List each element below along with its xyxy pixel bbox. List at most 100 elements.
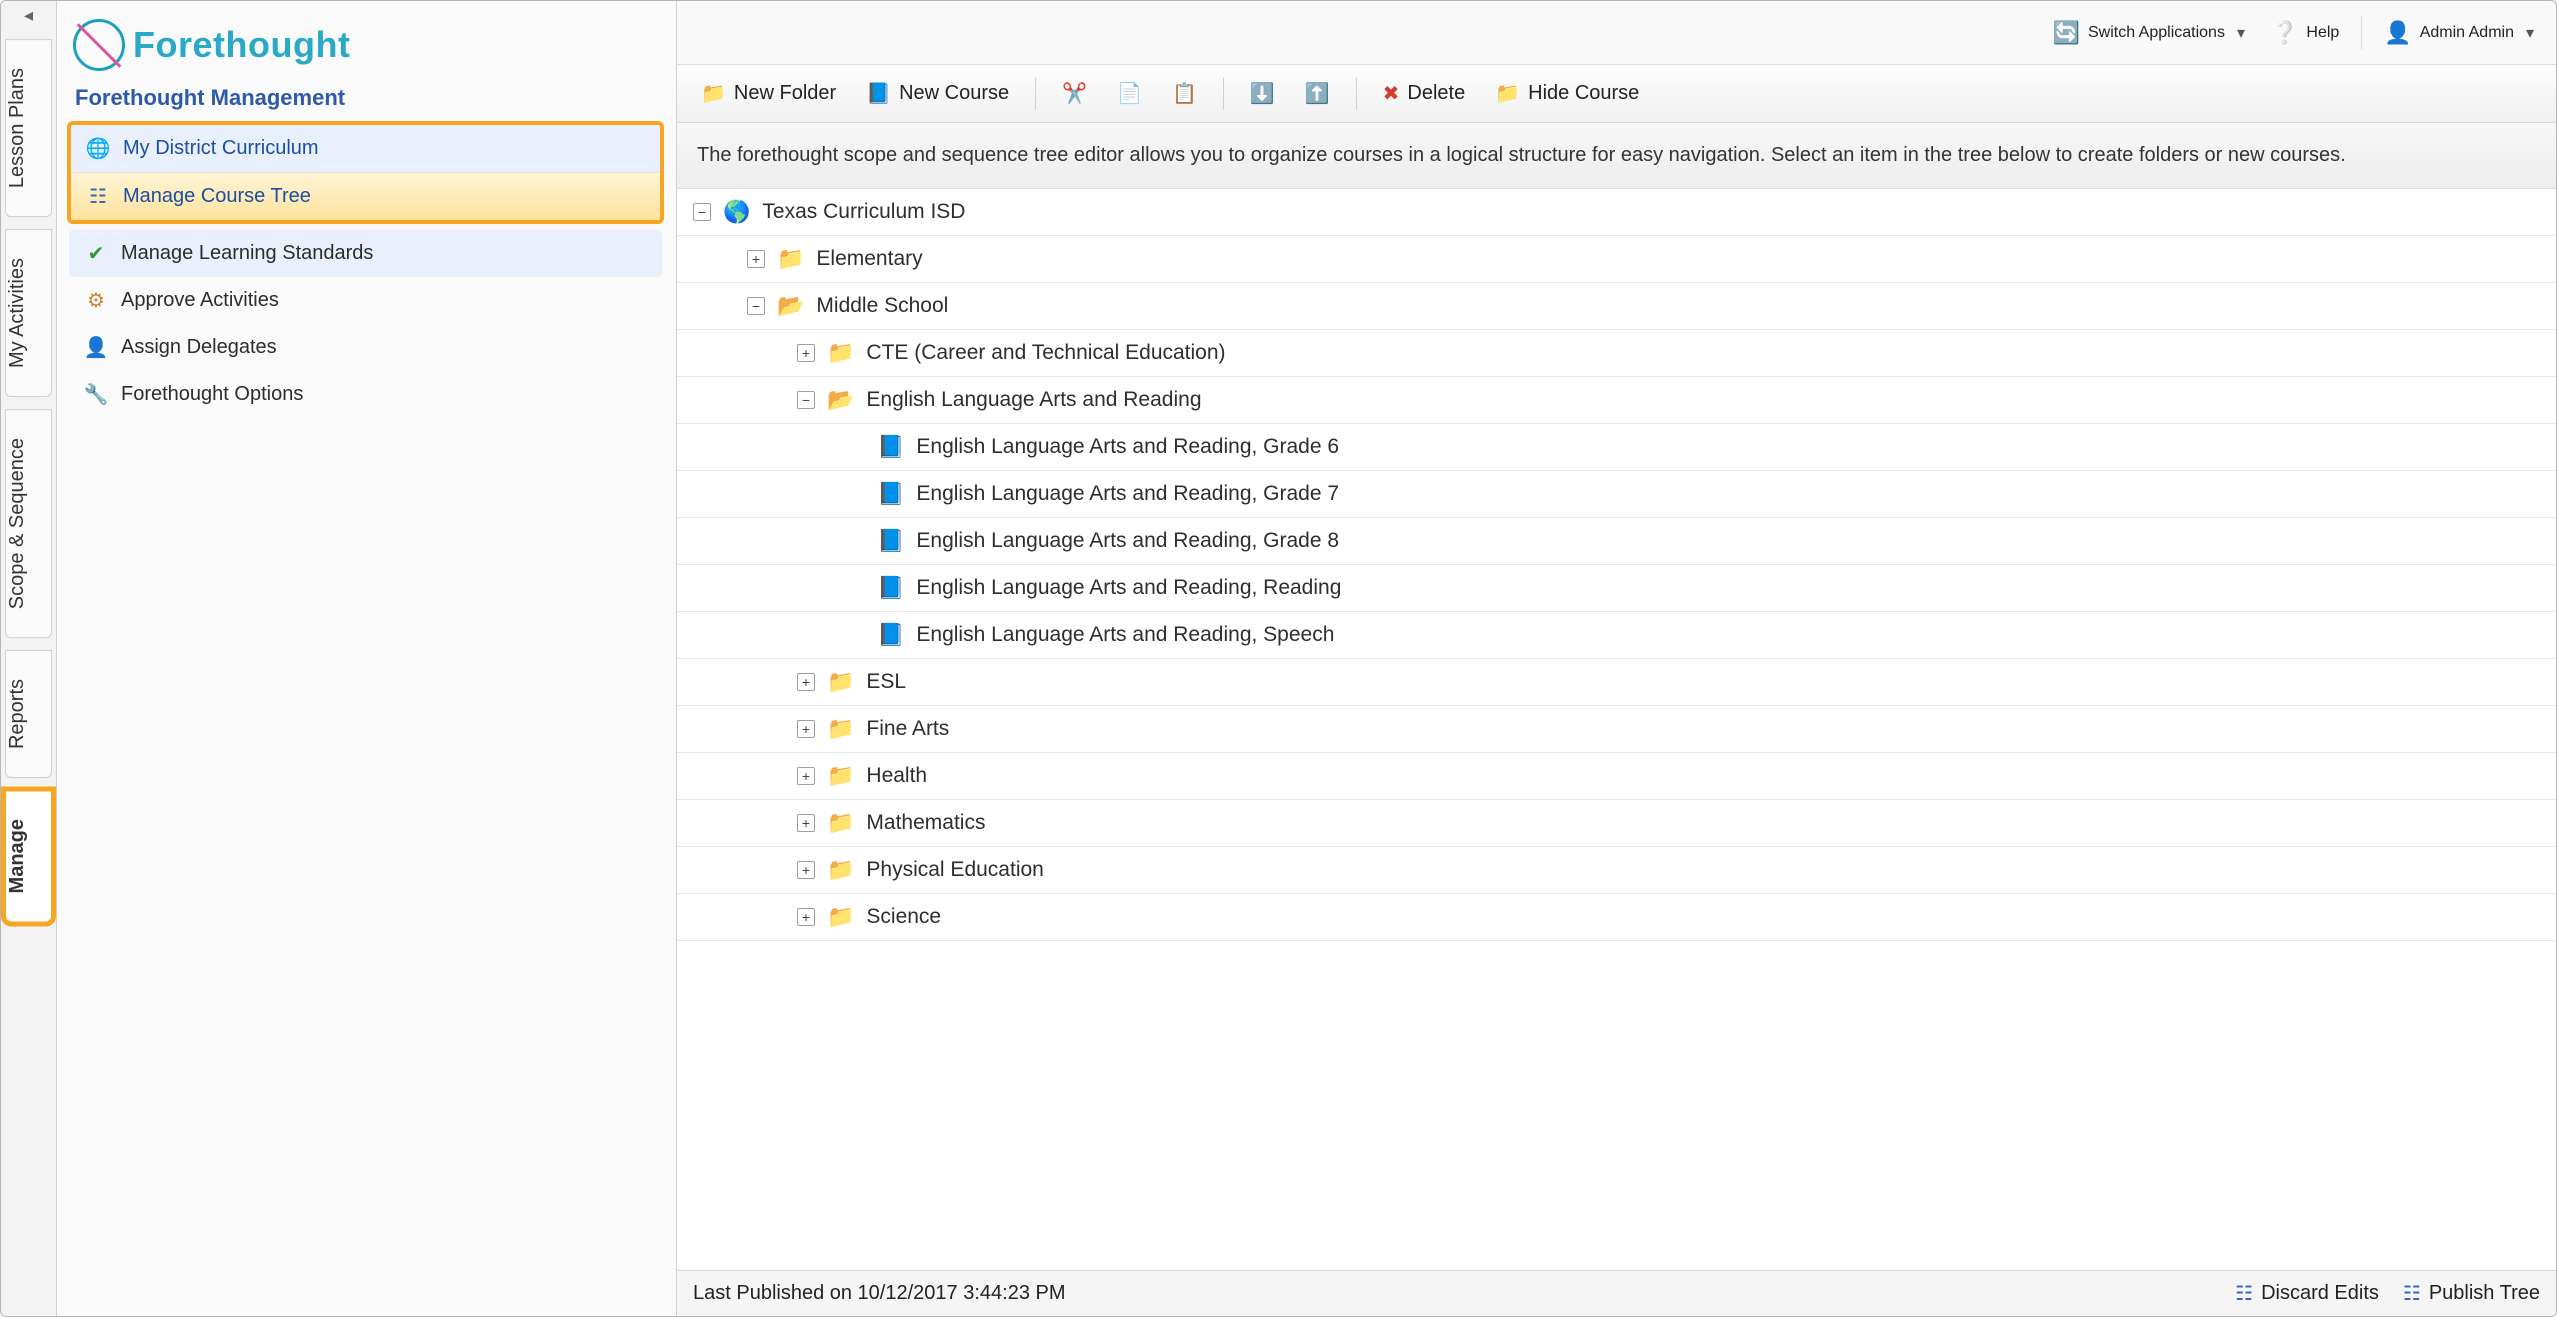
tree-folder-fine-arts[interactable]: 📁 Fine Arts [677, 706, 2556, 753]
new-course-button[interactable]: 📘 New Course [856, 75, 1019, 112]
tree-label: Elementary [816, 247, 922, 271]
arrow-down-icon: ⬇️ [1250, 81, 1275, 106]
help-button[interactable]: ❔ Help [2263, 14, 2347, 52]
tree-label: Science [866, 905, 941, 929]
expand-icon[interactable] [797, 344, 815, 362]
hide-course-button[interactable]: 📁 Hide Course [1485, 75, 1649, 112]
chevron-down-icon: ▾ [2526, 23, 2534, 43]
book-icon: 📘 [877, 575, 904, 601]
sidebar-item-assign-delegates[interactable]: 👤 Assign Delegates [69, 324, 662, 371]
tree-course-ela-g6[interactable]: 📘 English Language Arts and Reading, Gra… [677, 424, 2556, 471]
expand-icon[interactable] [797, 908, 815, 926]
tree-folder-cte[interactable]: 📁 CTE (Career and Technical Education) [677, 330, 2556, 377]
folder-plus-icon: 📁 [701, 81, 726, 106]
delete-button[interactable]: ✖ Delete [1373, 75, 1476, 112]
paste-button[interactable]: 📋 [1162, 75, 1207, 112]
vtab-manage[interactable]: Manage [5, 790, 52, 922]
sidebar-item-forethought-options[interactable]: 🔧 Forethought Options [69, 371, 662, 418]
tree-folder-elementary[interactable]: 📁 Elementary [677, 236, 2556, 283]
brand-logo-icon [73, 19, 125, 71]
collapse-icon[interactable] [747, 297, 765, 315]
toolbar-separator [1356, 78, 1357, 110]
expand-icon[interactable] [797, 720, 815, 738]
new-folder-button[interactable]: 📁 New Folder [691, 75, 846, 112]
gear-person-icon: ⚙︎ [83, 288, 109, 313]
tree-label: Physical Education [866, 858, 1043, 882]
btn-label: Hide Course [1528, 82, 1639, 105]
tree-course-ela-g8[interactable]: 📘 English Language Arts and Reading, Gra… [677, 518, 2556, 565]
tree-icon: ☷ [2403, 1281, 2421, 1306]
toolbar-separator [1035, 78, 1036, 110]
tree-icon: ☷ [2235, 1281, 2253, 1306]
vtab-reports[interactable]: Reports [5, 650, 52, 778]
expand-icon[interactable] [797, 814, 815, 832]
expand-icon[interactable] [797, 767, 815, 785]
expand-icon[interactable] [797, 861, 815, 879]
expand-icon[interactable] [747, 250, 765, 268]
app-root: ◂ Lesson Plans My Activities Scope & Seq… [0, 0, 2557, 1317]
tree-folder-health[interactable]: 📁 Health [677, 753, 2556, 800]
book-icon: 📘 [877, 434, 904, 460]
move-up-button[interactable]: ⬆️ [1295, 75, 1340, 112]
sidebar-item-manage-learning-standards[interactable]: ✔︎ Manage Learning Standards [69, 230, 662, 277]
user-menu-button[interactable]: 👤 Admin Admin ▾ [2376, 14, 2542, 52]
sidebar-item-approve-activities[interactable]: ⚙︎ Approve Activities [69, 277, 662, 324]
sidebar-item-manage-course-tree[interactable]: ☷ Manage Course Tree [71, 172, 660, 220]
folder-open-icon: 📂 [827, 387, 854, 413]
arrow-up-icon: ⬆️ [1305, 81, 1330, 106]
brand: Forethought [67, 11, 664, 75]
sidebar-item-district-curriculum[interactable]: 🌐 My District Curriculum [71, 125, 660, 172]
tree-folder-ela[interactable]: 📂 English Language Arts and Reading [677, 377, 2556, 424]
course-tree-toolbar: 📁 New Folder 📘 New Course ✂️ 📄 📋 ⬇️ ⬆️ ✖… [677, 65, 2556, 123]
collapse-handle[interactable]: ◂ [1, 5, 56, 33]
tree-root[interactable]: 🌎 Texas Curriculum ISD [677, 189, 2556, 236]
tree-folder-esl[interactable]: 📁 ESL [677, 659, 2556, 706]
vtab-scope-sequence[interactable]: Scope & Sequence [5, 409, 52, 638]
last-published-text: Last Published on 10/12/2017 3:44:23 PM [693, 1282, 1066, 1305]
cut-button[interactable]: ✂️ [1052, 75, 1097, 112]
help-icon: ❔ [2271, 20, 2298, 46]
btn-label: New Folder [734, 82, 836, 105]
tree-folder-mathematics[interactable]: 📁 Mathematics [677, 800, 2556, 847]
collapse-icon[interactable] [797, 391, 815, 409]
sidebar-item-label: Approve Activities [121, 289, 279, 312]
tree-course-ela-g7[interactable]: 📘 English Language Arts and Reading, Gra… [677, 471, 2556, 518]
btn-label: Publish Tree [2429, 1282, 2540, 1305]
tree-folder-pe[interactable]: 📁 Physical Education [677, 847, 2556, 894]
tree-label: Fine Arts [866, 717, 949, 741]
spacer [847, 485, 865, 503]
collapse-icon[interactable] [693, 203, 711, 221]
tree-folder-science[interactable]: 📁 Science [677, 894, 2556, 941]
tree-label: English Language Arts and Reading, Grade… [916, 435, 1339, 459]
tree-label: Health [866, 764, 927, 788]
tree-course-ela-speech[interactable]: 📘 English Language Arts and Reading, Spe… [677, 612, 2556, 659]
expand-icon[interactable] [797, 673, 815, 691]
vtab-my-activities[interactable]: My Activities [5, 229, 52, 397]
sidebar-item-label: Assign Delegates [121, 336, 277, 359]
tree-folder-middle-school[interactable]: 📂 Middle School [677, 283, 2556, 330]
book-icon: 📘 [877, 528, 904, 554]
chevron-down-icon: ▾ [2237, 23, 2245, 43]
tree-course-ela-reading[interactable]: 📘 English Language Arts and Reading, Rea… [677, 565, 2556, 612]
vtab-lesson-plans[interactable]: Lesson Plans [5, 39, 52, 217]
copy-icon: 📄 [1117, 81, 1142, 106]
sidebar-title: Forethought Management [67, 75, 664, 121]
folder-icon: 📁 [827, 904, 854, 930]
switch-applications-button[interactable]: 🔄 Switch Applications ▾ [2045, 14, 2253, 52]
discard-edits-button[interactable]: ☷ Discard Edits [2235, 1281, 2379, 1306]
folder-icon: 📁 [827, 763, 854, 789]
folder-icon: 📁 [827, 669, 854, 695]
book-icon: 📘 [877, 481, 904, 507]
tree-label: Texas Curriculum ISD [762, 200, 965, 224]
course-tree: 🌎 Texas Curriculum ISD 📁 Elementary 📂 Mi… [677, 189, 2556, 1270]
tree-label: English Language Arts and Reading, Grade… [916, 482, 1339, 506]
delete-x-icon: ✖ [1383, 81, 1400, 106]
copy-button[interactable]: 📄 [1107, 75, 1152, 112]
user-label: Admin Admin [2420, 24, 2514, 42]
folder-hide-icon: 📁 [1495, 81, 1520, 106]
move-down-button[interactable]: ⬇️ [1240, 75, 1285, 112]
btn-label: Discard Edits [2261, 1282, 2379, 1305]
spacer [847, 579, 865, 597]
sidebar-item-label: My District Curriculum [123, 137, 319, 160]
publish-tree-button[interactable]: ☷ Publish Tree [2403, 1281, 2540, 1306]
